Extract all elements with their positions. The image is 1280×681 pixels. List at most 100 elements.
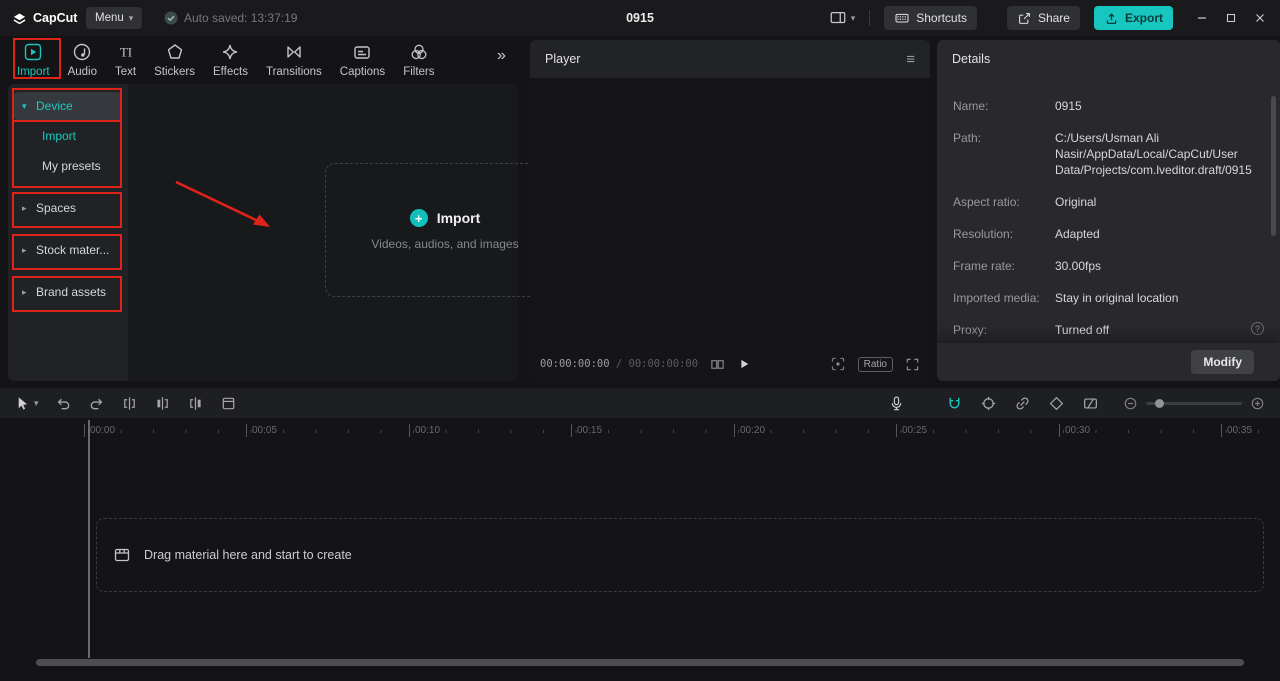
- import-drop-area[interactable]: + Import Videos, audios, and images: [325, 163, 565, 297]
- minimize-button[interactable]: [1187, 0, 1216, 36]
- modify-button[interactable]: Modify: [1191, 350, 1254, 374]
- delete-clip-icon[interactable]: [220, 395, 237, 412]
- shortcuts-label: Shortcuts: [916, 11, 967, 25]
- keyframe-icon[interactable]: [1048, 395, 1065, 412]
- delete-right-icon[interactable]: [187, 395, 204, 412]
- svg-text:TI: TI: [119, 45, 131, 60]
- sidebar-item-import-label: Import: [42, 129, 77, 143]
- details-body: Name: 0915 Path: C:/Users/Usman Ali Nasi…: [953, 98, 1264, 343]
- import-subtitle: Videos, audios, and images: [371, 237, 519, 251]
- tab-transitions-label: Transitions: [265, 66, 322, 78]
- redo-icon[interactable]: [88, 395, 105, 412]
- sidebar-item-brand-assets[interactable]: ▸ Brand assets: [14, 278, 122, 306]
- tab-transitions[interactable]: Transitions: [257, 39, 331, 81]
- tab-filters[interactable]: Filters: [394, 39, 443, 81]
- export-button[interactable]: Export: [1093, 6, 1173, 30]
- tab-filters-label: Filters: [403, 66, 435, 78]
- menu-button[interactable]: Menu ▾: [86, 7, 143, 29]
- autosave-status: Auto saved: 13:37:19: [164, 0, 297, 36]
- timecode-separator: /: [609, 358, 629, 370]
- zoom-slider[interactable]: [1146, 398, 1242, 408]
- text-icon: TI: [116, 42, 136, 62]
- layout-switch-button[interactable]: ▾: [829, 9, 856, 27]
- timeline-horizontal-scrollbar[interactable]: [36, 659, 1244, 666]
- sidebar-item-device[interactable]: ▾ Device: [14, 92, 122, 120]
- timeline-drop-zone[interactable]: Drag material here and start to create: [96, 518, 1264, 592]
- detail-label: Name:: [953, 99, 989, 113]
- auto-preview-icon[interactable]: [980, 395, 997, 412]
- help-icon[interactable]: ?: [1251, 322, 1264, 335]
- shortcuts-button[interactable]: Shortcuts: [884, 6, 977, 30]
- maximize-button[interactable]: [1216, 0, 1245, 36]
- tab-captions[interactable]: Captions: [331, 39, 394, 81]
- detail-value: Turned off: [1055, 323, 1110, 337]
- detail-row-frame-rate: Frame rate: 30.00fps: [953, 258, 1264, 274]
- select-tool-button[interactable]: ▾: [14, 395, 39, 412]
- sidebar-item-import[interactable]: Import: [14, 122, 122, 150]
- detail-row-proxy: Proxy: Turned off ?: [953, 322, 1264, 338]
- tab-effects[interactable]: Effects: [204, 39, 257, 81]
- playhead[interactable]: [88, 420, 90, 658]
- ruler-label: 00:30: [1059, 424, 1090, 437]
- tab-stickers-label: Stickers: [154, 66, 196, 78]
- timeline-tools-left: ▾: [0, 395, 237, 412]
- ratio-button[interactable]: Ratio: [857, 356, 893, 372]
- detail-label: Path:: [953, 131, 982, 145]
- media-toolbar: Import Audio TI Text Stickers Effects Tr…: [8, 39, 444, 81]
- tab-captions-label: Captions: [339, 66, 386, 78]
- captions-icon: [352, 42, 372, 62]
- delete-left-icon[interactable]: [154, 395, 171, 412]
- tab-text-label: Text: [115, 66, 137, 78]
- player-panel: Player ≡ 00:00:00:00 / 00:00:00:00 Ratio: [530, 40, 930, 381]
- player-controls: 00:00:00:00 / 00:00:00:00 Ratio: [530, 347, 930, 381]
- fullscreen-icon[interactable]: [905, 357, 920, 372]
- share-label: Share: [1037, 11, 1070, 25]
- zoom-out-icon[interactable]: [1124, 397, 1137, 410]
- timeline-ruler[interactable]: 00:00 00:05 00:10 00:15 00:20 00:25 00:3…: [0, 420, 1280, 442]
- player-menu-icon[interactable]: ≡: [906, 51, 915, 68]
- chevron-down-icon: ▾: [22, 100, 27, 111]
- ruler-label: 00:20: [734, 424, 765, 437]
- microphone-icon[interactable]: [888, 395, 905, 412]
- split-icon[interactable]: [121, 395, 138, 412]
- ruler-label: 00:25: [896, 424, 927, 437]
- zoom-in-icon[interactable]: [1251, 397, 1264, 410]
- sidebar-item-my-presets[interactable]: My presets: [14, 152, 122, 180]
- sidebar-item-stock-materials[interactable]: ▸ Stock mater...: [14, 236, 122, 264]
- ruler-label: 00:05: [246, 424, 277, 437]
- timeline-tools-right: [888, 395, 1280, 412]
- ruler-label: 00:15: [571, 424, 602, 437]
- mask-preview-icon[interactable]: [1082, 395, 1099, 412]
- toolbar-more-chevron-icon[interactable]: »: [497, 47, 506, 65]
- drop-hint-label: Drag material here and start to create: [144, 548, 352, 562]
- details-scrollbar[interactable]: [1271, 96, 1276, 236]
- tab-import[interactable]: Import: [8, 39, 59, 81]
- undo-icon[interactable]: [55, 395, 72, 412]
- tab-stickers[interactable]: Stickers: [145, 39, 204, 81]
- media-sidebar: ▾ Device Import My presets ▸ Spaces ▸ St…: [8, 84, 128, 381]
- link-clips-icon[interactable]: [1014, 395, 1031, 412]
- close-button[interactable]: [1245, 0, 1274, 36]
- zoom-slider-knob[interactable]: [1155, 398, 1164, 408]
- tab-text[interactable]: TI Text: [106, 39, 145, 81]
- detail-row-path: Path: C:/Users/Usman Ali Nasir/AppData/L…: [953, 130, 1264, 178]
- main-track-magnet-icon[interactable]: [946, 395, 963, 412]
- autosave-label: Auto saved: 13:37:19: [184, 11, 298, 25]
- import-title: Import: [436, 210, 481, 226]
- timecode-current: 00:00:00:00: [540, 358, 610, 370]
- chevron-down-icon: ▾: [850, 12, 856, 23]
- app-logo: CapCut: [12, 0, 77, 36]
- share-icon: [1017, 11, 1032, 26]
- detail-label: Aspect ratio:: [953, 195, 1020, 209]
- sidebar-item-spaces[interactable]: ▸ Spaces: [14, 194, 122, 222]
- capcut-logo-icon: [12, 11, 27, 26]
- share-button[interactable]: Share: [1006, 6, 1080, 30]
- play-button[interactable]: [737, 357, 751, 371]
- transitions-icon: [284, 42, 304, 62]
- focus-scan-icon[interactable]: [830, 356, 846, 372]
- frame-grid-icon[interactable]: [710, 357, 725, 372]
- tab-import-label: Import: [17, 66, 50, 78]
- layout-icon: [829, 9, 847, 27]
- tab-audio[interactable]: Audio: [59, 39, 106, 81]
- effects-icon: [220, 42, 240, 62]
